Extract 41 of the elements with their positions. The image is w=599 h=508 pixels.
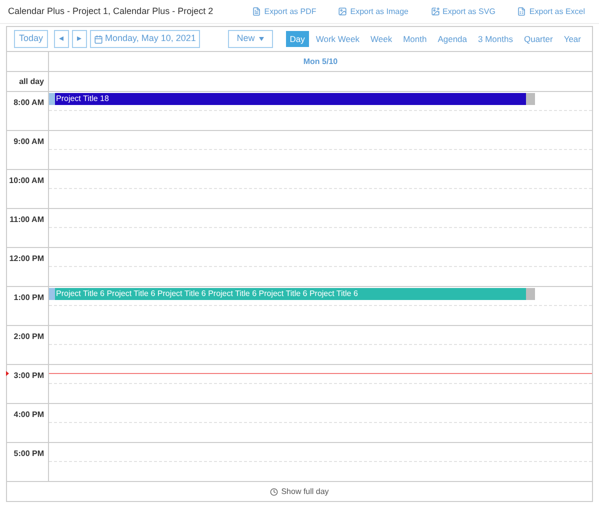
- export-button[interactable]: Export as SVG: [430, 6, 496, 18]
- event-bar[interactable]: Project Title 18: [49, 93, 535, 105]
- hour-label: 10:00 AM: [9, 175, 44, 187]
- image-plus-icon: [430, 7, 440, 16]
- view-tab[interactable]: Work Week: [312, 31, 364, 47]
- view-tab[interactable]: Week: [366, 31, 396, 47]
- view-tab[interactable]: Agenda: [434, 31, 472, 47]
- caret-icon: [258, 37, 264, 41]
- image-icon: [338, 7, 348, 16]
- hour-label: 9:00 AM: [14, 136, 44, 148]
- hour-label: 12:00 PM: [9, 253, 44, 265]
- export-button[interactable]: Export as Image: [338, 6, 408, 18]
- export-button[interactable]: Export as PDF: [252, 6, 316, 18]
- hour-label: 8:00 AM: [14, 97, 44, 109]
- day-header: Mon 5/10: [303, 56, 338, 68]
- hour-label: 4:00 PM: [14, 409, 44, 421]
- current-time-marker: [6, 371, 9, 376]
- hour-label: 5:00 PM: [14, 448, 44, 460]
- event-bar[interactable]: Project Title 6 Project Title 6 Project Title 6 Project Title 6 Project Title 6 Project Title 6: [49, 288, 535, 300]
- spreadsheet-icon: [517, 7, 526, 16]
- previous-button[interactable]: ◂: [54, 30, 70, 48]
- view-tab[interactable]: Quarter: [520, 31, 557, 47]
- view-tab[interactable]: Year: [560, 31, 585, 47]
- hour-label: 3:00 PM: [14, 370, 44, 382]
- hour-label: 2:00 PM: [14, 331, 44, 343]
- next-button[interactable]: ▸: [72, 30, 88, 48]
- view-tab[interactable]: 3 Months: [474, 31, 517, 47]
- all-day-label: all day: [19, 76, 44, 88]
- view-tab[interactable]: Month: [399, 31, 431, 47]
- hour-label: 1:00 PM: [14, 292, 44, 304]
- date-picker-button[interactable]: Monday, May 10, 2021: [90, 30, 200, 48]
- calendar-icon: [94, 34, 104, 44]
- document-icon: [252, 7, 262, 16]
- view-tab[interactable]: Day: [286, 31, 309, 47]
- show-full-day-button[interactable]: Show full day: [270, 486, 329, 498]
- export-button[interactable]: Export as Excel: [517, 6, 585, 18]
- window-title: Calendar Plus - Project 1, Calendar Plus - Project 2: [8, 4, 214, 18]
- new-dropdown[interactable]: New: [228, 30, 273, 48]
- hour-label: 11:00 AM: [10, 214, 44, 226]
- today-button[interactable]: Today: [14, 30, 48, 48]
- clock-icon: [270, 488, 278, 496]
